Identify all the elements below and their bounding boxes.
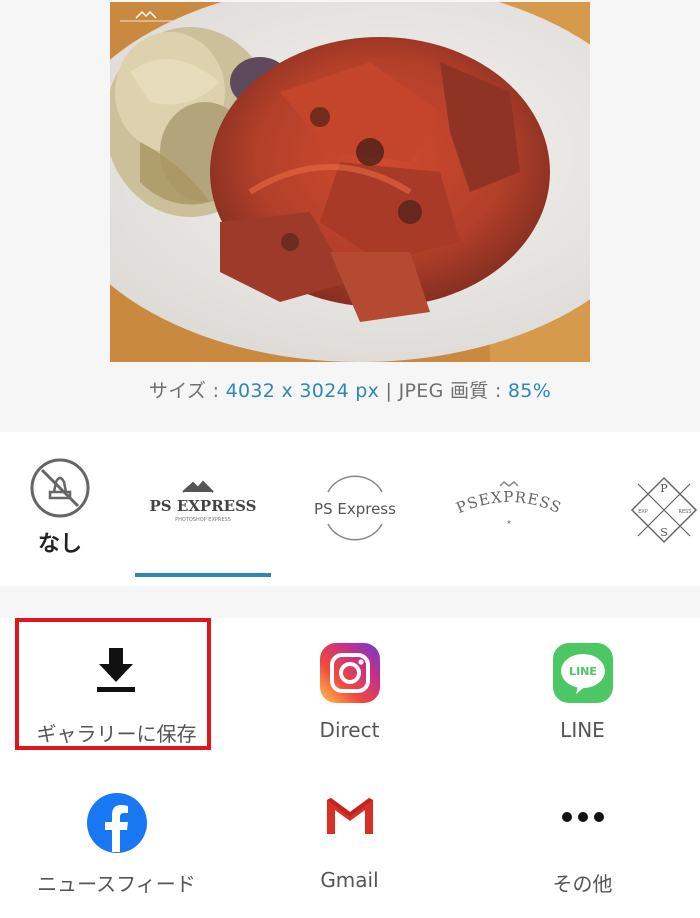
- watermark-option-ps-express-circle[interactable]: PS Express: [300, 432, 410, 586]
- share-line-label: LINE: [560, 718, 605, 742]
- circle-arc-top: [327, 475, 383, 493]
- circle-arc-bottom: [327, 523, 383, 541]
- star-mark: ★: [506, 519, 511, 526]
- download-icon: [96, 648, 135, 692]
- watermark-none-label: なし: [37, 532, 82, 557]
- watermark-psexpress-arch-text: PSEXPRESS: [454, 488, 565, 517]
- instagram-icon: [319, 643, 380, 703]
- share-line-button[interactable]: LINE LINE: [466, 618, 699, 768]
- photo-watermark-logo: [120, 10, 172, 22]
- watermark-option-none[interactable]: なし: [20, 432, 100, 586]
- quality-label: JPEG 画質 :: [398, 380, 508, 402]
- size-value: 4032 x 3024 px: [225, 380, 380, 402]
- watermark-selector: なし PS EXPRESS PHOTOSHOP EXPRESS PS Expre…: [0, 432, 700, 586]
- line-icon-text: LINE: [569, 665, 597, 678]
- size-label: サイズ :: [148, 380, 226, 402]
- more-icon: [561, 812, 604, 822]
- watermark-option-psexpress-arch[interactable]: PSEXPRESS ★: [448, 432, 570, 586]
- watermark-ps-express-subtext: PHOTOSHOP EXPRESS: [175, 517, 231, 523]
- share-facebook-newsfeed-button[interactable]: ニュースフィード: [0, 768, 233, 918]
- share-gmail-label: Gmail: [320, 868, 379, 892]
- watermark-selected-indicator: [135, 573, 271, 577]
- info-separator: |: [379, 380, 399, 402]
- diamond-text-left: EXP: [638, 509, 648, 515]
- gmail-icon: [326, 798, 373, 834]
- no-stamp-icon: [30, 458, 90, 518]
- diamond-text-right: RESS: [679, 509, 692, 515]
- watermark-ps-express-text: PS EXPRESS: [150, 497, 257, 515]
- share-instagram-direct-button[interactable]: Direct: [233, 618, 466, 768]
- watermark-ps-express-circle-text: PS Express: [314, 500, 396, 518]
- image-info-line: サイズ : 4032 x 3024 px | JPEG 画質 : 85%: [0, 376, 700, 403]
- share-more-button[interactable]: その他: [466, 768, 699, 918]
- facebook-icon: [86, 793, 147, 853]
- watermark-option-diamond[interactable]: P S EXP RESS: [624, 432, 700, 586]
- share-options: ギャラリーに保存 Direct LINE LINE ニュースフィード Gmail…: [0, 618, 700, 917]
- quality-value: 85%: [507, 380, 552, 402]
- share-more-label: その他: [552, 872, 613, 896]
- image-preview-area: サイズ : 4032 x 3024 px | JPEG 画質 : 85%: [0, 0, 700, 432]
- save-to-gallery-label: ギャラリーに保存: [36, 722, 197, 746]
- food-photo: [110, 2, 590, 362]
- mountain-logo: [182, 480, 214, 493]
- line-icon: LINE: [552, 643, 613, 703]
- share-instagram-direct-label: Direct: [319, 718, 380, 742]
- diamond-letter-bottom: S: [660, 526, 668, 539]
- watermark-option-ps-express[interactable]: PS EXPRESS PHOTOSHOP EXPRESS: [135, 432, 271, 586]
- diamond-letter-top: P: [660, 482, 668, 495]
- share-facebook-newsfeed-label: ニュースフィード: [37, 872, 196, 896]
- crown-logo: [499, 480, 519, 487]
- section-divider: [0, 586, 700, 618]
- save-to-gallery-button[interactable]: ギャラリーに保存: [0, 618, 233, 768]
- share-gmail-button[interactable]: Gmail: [233, 768, 466, 918]
